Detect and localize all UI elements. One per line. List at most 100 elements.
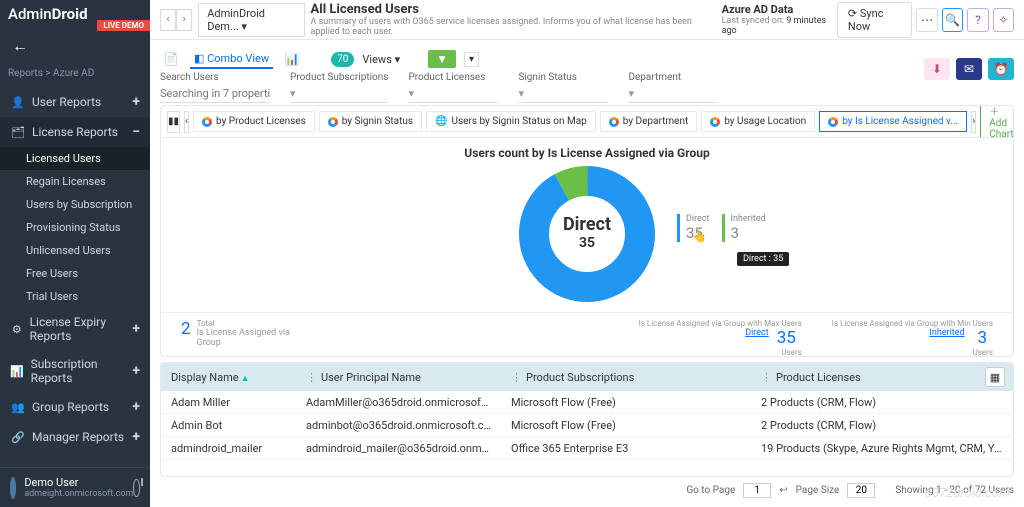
sidebar-item-subscription-reports[interactable]: 📊 Subscription Reports + [0,350,150,392]
chart-panel: ▮▮ ‹ by Product Licenses by Signin Statu… [160,105,1014,357]
filter-label: Product Subscriptions [290,72,388,83]
sidebar-item-manager-reports[interactable]: 🔗 Manager Reports + [0,422,150,452]
filter-label: Product Licenses [408,72,498,83]
filter-more[interactable]: ▾ [464,52,479,67]
sidebar-item-user-reports[interactable]: 👤 User Reports + [0,87,150,117]
sidebar-sub-free[interactable]: Free Users [0,262,150,285]
page-go-icon[interactable]: ↩ [779,485,787,496]
table-row[interactable]: Adam Miller AdamMiller@o365droid.onmicro… [161,391,1013,414]
avatar[interactable] [10,477,16,499]
filter-label: Department [628,72,718,83]
search-icon[interactable]: 🔍 [942,8,963,32]
search-input[interactable] [160,85,270,103]
sidebar-item-license-reports[interactable]: 🗂 License Reports − [0,117,150,147]
filter-product-subscriptions[interactable]: ▾ [290,85,388,103]
sidebar-item-license-expiry[interactable]: ⚙ License Expiry Reports + [0,308,150,350]
last-synced: Last synced on: 9 minutes ago [722,16,829,36]
nav-prev-button[interactable]: ‹ [160,9,176,31]
table-header: Display Name▲ ⋮User Principal Name ⋮Prod… [161,363,1013,391]
sidebar-sub-trial[interactable]: Trial Users [0,285,150,308]
cursor-icon: 👆 [692,229,707,243]
donut-icon [328,117,338,127]
help-icon[interactable]: ? [967,8,988,32]
tab-signin-status[interactable]: by Signin Status [319,111,422,132]
tab-signin-map[interactable]: 🌐Users by Signin Status on Map [426,111,596,132]
views-dropdown[interactable]: Views ▾ [362,53,400,66]
filter-button[interactable]: ▼ [428,50,456,68]
data-source-title: Azure AD Data [722,3,829,16]
pagination: Go to Page ↩ Page Size Showing 1 - 20 of… [160,479,1014,501]
topbar: ‹ › AdminDroid Dem... ▾ All Licensed Use… [150,0,1024,40]
table-row[interactable]: Admin Bot adminbot@o365droid.onmicrosoft… [161,414,1013,437]
list-view-icon[interactable]: 📄 [160,48,182,70]
goto-label: Go to Page [686,485,735,496]
showing-text: Showing 1 - 20 of 72 Users [895,485,1014,496]
donut-center-label: Direct 35 [563,214,611,251]
add-chart-button[interactable]: ＋Add Chart [980,106,1013,138]
stat-total: 2 Total Is License Assigned via Group [181,319,301,358]
breadcrumb-dropdown[interactable]: AdminDroid Dem... ▾ [198,3,304,37]
stat-max-link[interactable]: Direct [745,328,769,338]
sidebar-sub-provisioning[interactable]: Provisioning Status [0,216,150,239]
sidebar-sub-by-subscription[interactable]: Users by Subscription [0,193,150,216]
power-icon[interactable] [133,479,140,497]
toolbar: 📄 ◧ Combo View 📊 70 Views ▾ ▼ ▾ [160,48,1014,70]
data-table: Display Name▲ ⋮User Principal Name ⋮Prod… [160,362,1014,477]
donut-icon [710,117,720,127]
tab-usage-location[interactable]: by Usage Location [701,111,815,132]
chart-tabs: ▮▮ ‹ by Product Licenses by Signin Statu… [161,106,1013,138]
expand-icon: + [132,399,140,415]
sidebar-item-label: User Reports [32,95,101,109]
back-button[interactable]: ← [0,28,150,64]
license-icon: 🗂 [10,126,26,139]
column-chooser-icon[interactable]: ▦ [985,367,1005,387]
donut-icon [202,117,212,127]
column-upn[interactable]: ⋮User Principal Name [296,371,501,384]
tab-department[interactable]: by Department [600,111,697,132]
sidebar-item-label: Subscription Reports [31,357,133,385]
tabs-prev-button[interactable]: ‹ [184,111,189,133]
stat-min-link[interactable]: Inherited [929,328,964,338]
sidebar-sub-regain[interactable]: Regain Licenses [0,170,150,193]
chart-view-icon[interactable]: 📊 [281,48,303,70]
filter-department[interactable]: ▾ [628,85,718,103]
combo-view-tab[interactable]: ◧ Combo View [190,50,273,69]
filter-product-licenses[interactable]: ▾ [408,85,498,103]
expand-icon: + [132,321,140,337]
sidebar-item-group-reports[interactable]: 👥 Group Reports + [0,392,150,422]
donut-icon [609,117,619,127]
notifications-icon[interactable]: ✧ [993,8,1014,32]
expiry-icon: ⚙ [10,323,24,336]
views-count-badge: 70 [331,52,354,67]
column-subscriptions[interactable]: ⋮Product Subscriptions [501,371,751,384]
tab-license-assigned[interactable]: by Is License Assigned v... [819,111,967,132]
stat-max: Is License Assigned via Group with Max U… [639,319,802,358]
breadcrumb[interactable]: Reports > Azure AD [0,64,150,87]
bar-chart-icon[interactable]: ▮▮ [167,111,180,133]
tab-product-licenses[interactable]: by Product Licenses [193,111,315,132]
page-subtitle: A summary of users with O365 service lic… [311,17,722,37]
sort-asc-icon: ▲ [241,374,250,384]
page-input[interactable] [743,483,771,498]
column-display-name[interactable]: Display Name▲ [161,371,296,384]
stat-min: Is License Assigned via Group with Min U… [832,319,993,358]
filter-signin-status[interactable]: ▾ [518,85,608,103]
more-button[interactable]: ⋯ [916,8,937,32]
tabs-next-button[interactable]: › [971,111,976,133]
sidebar-sub-unlicensed[interactable]: Unlicensed Users [0,239,150,262]
page-size-input[interactable] [847,483,875,498]
manager-icon: 🔗 [10,431,26,444]
group-icon: 👥 [10,401,26,414]
search-label: Search Users [160,72,270,83]
column-licenses[interactable]: ⋮Product Licenses [751,371,1013,384]
legend-inherited[interactable]: Inherited 3 [722,214,766,242]
sidebar-item-label: Group Reports [32,400,109,414]
table-row[interactable]: admindroid_mailer admindroid_mailer@o365… [161,437,1013,460]
sidebar-footer: Demo User admeight.onmicrosoft.com [0,467,150,507]
nav-next-button[interactable]: › [176,9,192,31]
sync-now-button[interactable]: ⟳ Sync Now [837,2,912,38]
sidebar-sub-licensed-users[interactable]: Licensed Users [0,147,150,170]
user-icon: 👤 [10,96,26,109]
donut-chart: Direct 35 Direct 35 Inherited 3 👆 Direct… [161,164,1013,312]
filter-label: Signin Status [518,72,608,83]
